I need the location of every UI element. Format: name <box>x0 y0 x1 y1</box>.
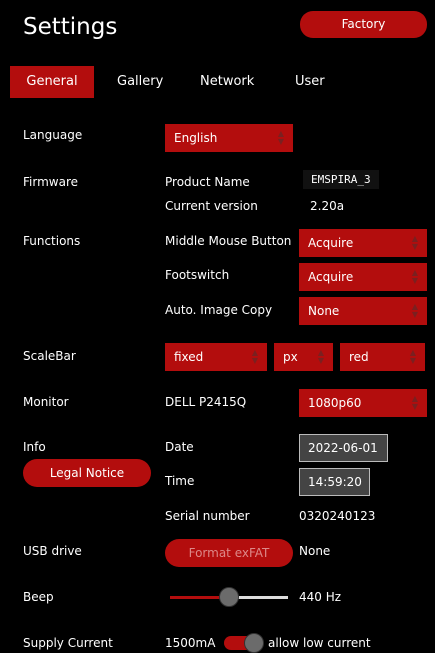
functions-label: Functions <box>23 234 81 248</box>
tab-user[interactable]: User <box>295 66 325 98</box>
info-label: Info <box>23 440 46 454</box>
beep-slider[interactable] <box>170 587 288 607</box>
product-name-label: Product Name <box>165 175 250 189</box>
chevron-updown-icon: ▲ ▼ <box>411 234 419 251</box>
time-field[interactable]: 14:59:20 <box>299 468 370 496</box>
chevron-updown-icon: ▲ ▼ <box>317 348 325 365</box>
usb-status: None <box>299 544 331 558</box>
beep-value: 440 Hz <box>299 590 342 604</box>
page-title: Settings <box>23 14 118 40</box>
monitor-name: DELL P2415Q <box>165 395 247 409</box>
scalebar-mode-select[interactable]: fixed ▲ ▼ <box>165 343 267 371</box>
tab-general[interactable]: General <box>10 66 94 98</box>
auto-copy-select[interactable]: None ▲ ▼ <box>299 297 427 325</box>
chevron-updown-icon: ▲ ▼ <box>409 348 417 365</box>
tab-network[interactable]: Network <box>200 66 254 98</box>
language-select-value: English <box>174 131 218 145</box>
chevron-updown-icon: ▲ ▼ <box>277 129 285 146</box>
scalebar-color-select[interactable]: red ▲ ▼ <box>340 343 425 371</box>
low-current-toggle[interactable] <box>224 633 264 653</box>
middle-mouse-select[interactable]: Acquire ▲ ▼ <box>299 229 427 257</box>
scalebar-unit-value: px <box>283 350 298 364</box>
tab-bar: General Gallery Network User <box>0 66 435 98</box>
scalebar-mode-value: fixed <box>174 350 204 364</box>
toggle-knob <box>244 633 264 653</box>
beep-slider-handle[interactable] <box>219 587 239 607</box>
supply-current-value: 1500mA <box>165 636 216 650</box>
tab-gallery[interactable]: Gallery <box>117 66 163 98</box>
scalebar-label: ScaleBar <box>23 349 76 363</box>
serial-value: 0320240123 <box>299 509 376 523</box>
language-label: Language <box>23 128 83 142</box>
time-label: Time <box>165 474 195 488</box>
monitor-resolution-value: 1080p60 <box>308 396 362 410</box>
scalebar-color-value: red <box>349 350 369 364</box>
footswitch-select-value: Acquire <box>308 270 354 284</box>
date-label: Date <box>165 440 194 454</box>
middle-mouse-label: Middle Mouse Button <box>165 234 292 248</box>
format-exfat-button[interactable]: Format exFAT <box>165 539 293 567</box>
scalebar-unit-select[interactable]: px ▲ ▼ <box>274 343 333 371</box>
chevron-updown-icon: ▲ ▼ <box>411 268 419 285</box>
low-current-label: allow low current <box>268 636 371 650</box>
middle-mouse-select-value: Acquire <box>308 236 354 250</box>
legal-notice-button[interactable]: Legal Notice <box>23 459 151 487</box>
chevron-updown-icon: ▲ ▼ <box>411 302 419 319</box>
supply-current-label: Supply Current <box>23 636 113 650</box>
product-name-value: EMSPIRA_3 <box>303 170 379 189</box>
monitor-label: Monitor <box>23 395 69 409</box>
factory-button[interactable]: Factory <box>300 11 427 38</box>
monitor-resolution-select[interactable]: 1080p60 ▲ ▼ <box>299 389 427 417</box>
chevron-updown-icon: ▲ ▼ <box>251 348 259 365</box>
language-select[interactable]: English ▲ ▼ <box>165 124 293 152</box>
version-value: 2.20a <box>310 199 345 213</box>
version-label: Current version <box>165 199 258 213</box>
auto-copy-select-value: None <box>308 304 340 318</box>
beep-label: Beep <box>23 590 54 604</box>
footswitch-label: Footswitch <box>165 268 230 282</box>
auto-copy-label: Auto. Image Copy <box>165 303 273 317</box>
serial-label: Serial number <box>165 509 250 523</box>
chevron-updown-icon: ▲ ▼ <box>411 394 419 411</box>
date-field[interactable]: 2022-06-01 <box>299 434 388 462</box>
usb-label: USB drive <box>23 544 82 558</box>
firmware-label: Firmware <box>23 175 78 189</box>
footswitch-select[interactable]: Acquire ▲ ▼ <box>299 263 427 291</box>
